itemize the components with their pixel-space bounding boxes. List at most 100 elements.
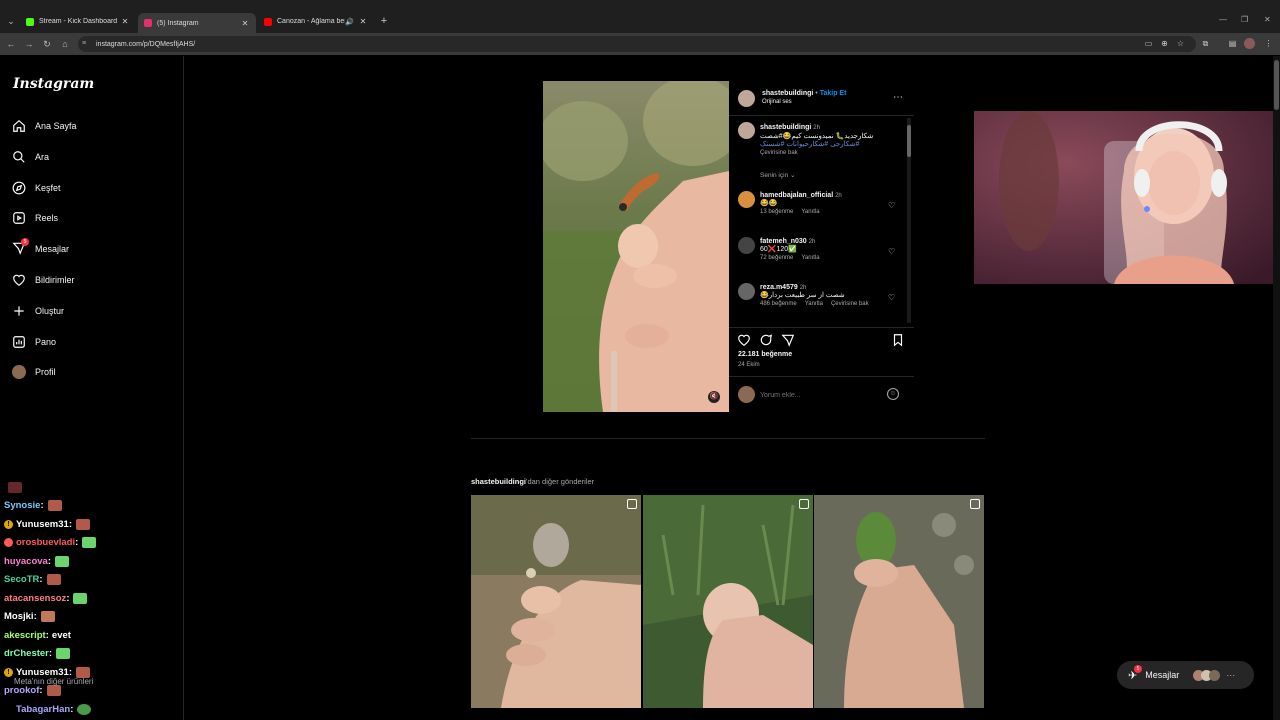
more-icon: ⋯ (1226, 669, 1236, 680)
divider (729, 376, 914, 377)
sidebar-item-search[interactable]: Ara (12, 146, 49, 168)
zoom-icon[interactable]: ⊕ (1159, 38, 1170, 49)
sidebar-item-reels[interactable]: Reels (12, 207, 58, 229)
chat-row: drChester : (4, 648, 71, 659)
likes-count[interactable]: 22.181 beğenme (738, 351, 792, 358)
kick-favicon-icon (26, 17, 34, 26)
sidebar-item-messages[interactable]: 5 Mesajlar (12, 238, 69, 260)
chat-row: ! Yunusem31 : (4, 519, 90, 530)
like-icon[interactable] (737, 333, 751, 347)
close-tab-icon[interactable]: ✕ (240, 19, 250, 28)
chat-badge-icon: ! (4, 668, 13, 677)
sidebar-item-notifications[interactable]: Bildirimler (12, 269, 75, 291)
forward-icon[interactable]: → (22, 37, 36, 51)
chat-row: TabagarHan : (16, 704, 92, 715)
grid-post-image (471, 495, 641, 708)
minimize-icon[interactable]: — (1219, 15, 1227, 24)
instagram-favicon-icon (144, 19, 152, 27)
caption: shastebuildingi 2h شکارجدید🐛 نمیدونست کی… (760, 124, 874, 156)
divider (729, 115, 914, 116)
mute-icon[interactable]: 🔇 (708, 391, 720, 403)
comment-avatar[interactable] (738, 191, 755, 208)
sidebar-item-create[interactable]: Oluştur (12, 300, 64, 322)
webcam-overlay (974, 111, 1280, 284)
post-video-frame (543, 81, 729, 412)
bookmark-star-icon[interactable]: ☆ (1175, 38, 1186, 49)
comment-avatar[interactable] (738, 237, 755, 254)
chat-row: SecoTR : (4, 574, 61, 585)
comment-like-icon[interactable]: ♡ (888, 293, 897, 302)
close-tab-icon[interactable]: ✕ (120, 17, 130, 26)
browser-tabbar: ⌄ Stream - Kick Dashboard ✕ (5) Instagra… (0, 0, 1280, 33)
url-field[interactable]: instagram.com/p/DQMesfIjAHS/ (78, 36, 1196, 52)
caption-avatar[interactable] (738, 122, 755, 139)
messages-bar[interactable]: ✈ 5 Mesajlar ⋯ (1117, 661, 1254, 689)
tab-kick[interactable]: Stream - Kick Dashboard ✕ (20, 13, 136, 30)
comment-avatar[interactable] (738, 283, 755, 300)
grid-post[interactable] (471, 495, 641, 708)
grid-post[interactable] (643, 495, 813, 708)
comment-input[interactable] (760, 389, 880, 401)
save-icon[interactable] (891, 333, 905, 347)
chat-row: akescript : evet (4, 630, 71, 641)
comment-filter[interactable]: Senin için ⌄ (760, 171, 795, 179)
reload-icon[interactable]: ↻ (40, 37, 54, 51)
page-scrollbar[interactable] (1273, 56, 1280, 720)
sidebar-item-dashboard[interactable]: Pano (12, 331, 56, 353)
home-browser-icon[interactable]: ⌂ (58, 37, 72, 51)
chat-row-partial (4, 482, 22, 493)
cast-icon[interactable]: ▭ (1143, 38, 1154, 49)
more-options-icon[interactable]: ⋯ (893, 92, 903, 103)
comment-like-icon[interactable]: ♡ (888, 201, 897, 210)
share-icon[interactable] (781, 333, 795, 347)
sidebar-item-profile[interactable]: Profil (12, 361, 56, 383)
tab-youtube[interactable]: Canozan - Ağlama ben ağla... 🔊 ✕ (258, 13, 374, 30)
chat-emote (40, 611, 55, 622)
menu-icon[interactable]: ⋮ (1263, 38, 1274, 49)
new-tab-icon[interactable]: + (378, 15, 390, 27)
comments-scroll-thumb[interactable] (907, 125, 911, 157)
extensions-icon[interactable]: ⧉ (1200, 38, 1211, 49)
sidebar-icon[interactable]: ▤ (1227, 38, 1238, 49)
audio-label[interactable]: Orijinal ses (762, 99, 846, 105)
author-avatar[interactable] (738, 90, 755, 107)
follow-button[interactable]: Takip Et (820, 90, 847, 97)
avatar (1209, 669, 1221, 681)
chat-emote (8, 482, 22, 493)
tab-instagram[interactable]: (5) Instagram ✕ (138, 13, 256, 33)
section-divider (471, 438, 985, 439)
grid-post[interactable] (814, 495, 984, 708)
meta-products-link[interactable]: Meta'nın diğer ürünleri (14, 677, 93, 686)
comment-like-icon[interactable]: ♡ (888, 247, 897, 256)
reel-icon (799, 499, 809, 509)
back-icon[interactable]: ← (4, 37, 18, 51)
post-date: 24 Ekim (738, 362, 760, 368)
more-posts-title: shastebuildingi'dan diğer gönderiler (471, 477, 595, 486)
author-username[interactable]: shastebuildingi (762, 90, 813, 97)
page-scroll-thumb[interactable] (1274, 60, 1279, 110)
profile-avatar-icon[interactable] (1244, 38, 1255, 49)
chat-emote (75, 519, 90, 530)
comment-icon[interactable] (759, 333, 773, 347)
emoji-icon[interactable]: ☺ (887, 388, 899, 400)
chat-emote (77, 704, 92, 715)
divider (729, 327, 914, 328)
audio-playing-icon[interactable]: 🔊 (345, 18, 354, 26)
compass-icon (12, 181, 26, 195)
grid-post-image (643, 495, 813, 708)
chat-emote (82, 537, 97, 548)
site-info-icon[interactable]: ≡ (82, 40, 90, 48)
tab-list-icon[interactable]: ⌄ (3, 13, 19, 29)
instagram-logo[interactable]: Instagram (13, 76, 94, 92)
chat-row: Synosie : (4, 500, 62, 511)
chat-badge-icon (4, 538, 13, 547)
webcam-feed (974, 111, 1280, 284)
sidebar-item-explore[interactable]: Keşfet (12, 177, 61, 199)
maximize-icon[interactable]: ❐ (1241, 15, 1248, 24)
chat-emote (73, 593, 88, 604)
home-icon (13, 119, 25, 132)
close-window-icon[interactable]: ✕ (1264, 15, 1271, 24)
close-tab-icon[interactable]: ✕ (358, 17, 368, 26)
post-video[interactable]: 🔇 (543, 81, 729, 412)
sidebar-item-home[interactable]: Ana Sayfa (12, 115, 77, 137)
